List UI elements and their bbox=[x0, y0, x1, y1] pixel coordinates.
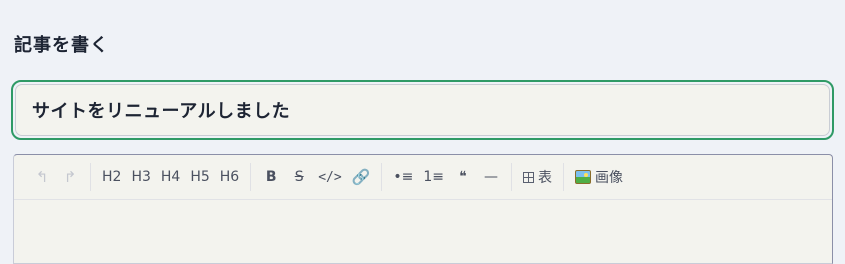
heading-h6-button[interactable]: H6 bbox=[215, 162, 244, 192]
bullet-list-icon: •≡ bbox=[393, 169, 414, 185]
quote-icon: ❝ bbox=[459, 169, 467, 185]
block-format-group: •≡ 1≡ ❝ — bbox=[382, 162, 511, 192]
heading-h3-button[interactable]: H3 bbox=[126, 162, 155, 192]
bold-button[interactable]: B bbox=[257, 162, 285, 192]
insert-image-button[interactable]: 画像 bbox=[570, 162, 628, 192]
table-icon bbox=[523, 171, 534, 183]
heading-h2-label: H2 bbox=[102, 169, 122, 185]
history-group: ↰ ↱ bbox=[22, 162, 90, 192]
horizontal-rule-button[interactable]: — bbox=[477, 162, 505, 192]
heading-group: H2 H3 H4 H5 H6 bbox=[91, 162, 250, 192]
link-icon: 🔗 bbox=[351, 168, 371, 186]
undo-button[interactable]: ↰ bbox=[28, 162, 56, 192]
media-group: 画像 bbox=[564, 162, 634, 192]
bold-label: B bbox=[265, 169, 277, 185]
title-input-wrapper bbox=[11, 80, 834, 140]
heading-h3-label: H3 bbox=[131, 169, 151, 185]
insert-image-label: 画像 bbox=[595, 170, 623, 186]
horizontal-rule-icon: — bbox=[484, 169, 498, 185]
redo-icon: ↱ bbox=[63, 168, 77, 186]
heading-h2-button[interactable]: H2 bbox=[97, 162, 126, 192]
undo-icon: ↰ bbox=[35, 168, 49, 186]
insert-table-button[interactable]: 表 bbox=[518, 162, 557, 192]
page-title: 記事を書く bbox=[14, 35, 109, 56]
bullet-list-button[interactable]: •≡ bbox=[388, 162, 418, 192]
heading-h6-label: H6 bbox=[219, 169, 240, 185]
code-label: </> bbox=[318, 169, 342, 185]
redo-button[interactable]: ↱ bbox=[56, 162, 84, 192]
article-title-input[interactable] bbox=[15, 84, 830, 136]
table-group: 表 bbox=[512, 162, 563, 192]
heading-h5-label: H5 bbox=[190, 169, 210, 185]
heading-h4-button[interactable]: H4 bbox=[156, 162, 185, 192]
image-icon bbox=[575, 170, 591, 184]
heading-h4-label: H4 bbox=[160, 169, 181, 185]
editor-toolbar: ↰ ↱ H2 H3 H4 H5 H6 B S </> 🔗 •≡ 1≡ ❝ — 表… bbox=[14, 155, 832, 200]
markdown-editor: ↰ ↱ H2 H3 H4 H5 H6 B S </> 🔗 •≡ 1≡ ❝ — 表… bbox=[13, 154, 833, 264]
editor-content-area[interactable] bbox=[14, 200, 832, 264]
inline-format-group: B S </> 🔗 bbox=[251, 162, 381, 192]
link-button[interactable]: 🔗 bbox=[347, 162, 376, 192]
strikethrough-label: S bbox=[294, 169, 304, 185]
blockquote-button[interactable]: ❝ bbox=[449, 162, 477, 192]
ordered-list-button[interactable]: 1≡ bbox=[418, 162, 449, 192]
heading-h5-button[interactable]: H5 bbox=[185, 162, 214, 192]
ordered-list-icon: 1≡ bbox=[423, 169, 444, 185]
code-button[interactable]: </> bbox=[313, 162, 346, 192]
insert-table-label: 表 bbox=[538, 170, 552, 186]
strikethrough-button[interactable]: S bbox=[285, 162, 313, 192]
